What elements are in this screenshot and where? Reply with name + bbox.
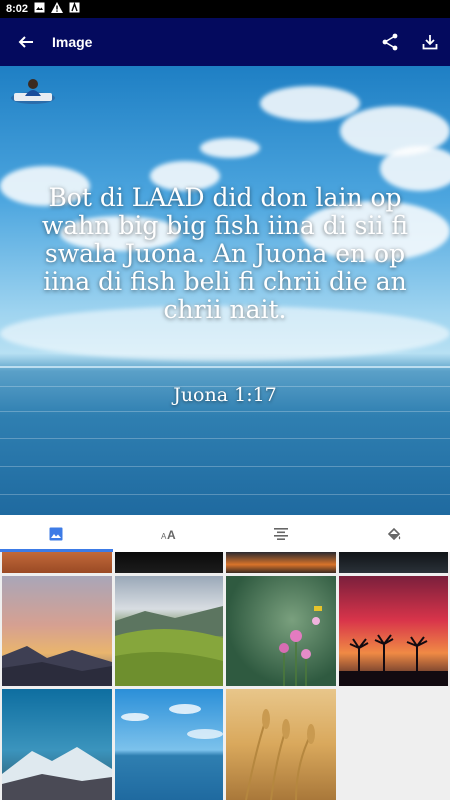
background-thumb-blue-sea[interactable] (115, 689, 223, 800)
status-bar: 8:02 (0, 0, 450, 18)
bible-reader-logo (8, 76, 58, 106)
status-time: 8:02 (6, 3, 29, 15)
background-thumb-sunset-water[interactable] (226, 552, 336, 573)
image-icon (49, 527, 63, 540)
tab-background-image[interactable] (0, 515, 113, 552)
background-thumb-wheat[interactable] (226, 689, 336, 800)
editor-tabs: AA (0, 515, 450, 552)
tab-text-color[interactable] (338, 515, 450, 552)
paint-bucket-icon (387, 527, 400, 540)
background-thumb-night[interactable] (115, 552, 223, 573)
align-center-icon (274, 527, 289, 540)
background-thumb-snow-mountain[interactable] (2, 689, 112, 800)
back-button[interactable] (0, 18, 52, 66)
share-icon (382, 33, 398, 51)
page-title: Image (52, 34, 93, 50)
background-thumb-pink-dusk-mountains[interactable] (2, 576, 112, 686)
background-thumb-dark-sea[interactable] (339, 552, 448, 573)
svg-text:A: A (167, 528, 176, 540)
background-grid (0, 552, 450, 800)
background-thumb-palm-sunset[interactable] (339, 576, 448, 686)
verse-text: Bot di LAAD did don lain op wahn big big… (41, 183, 409, 324)
download-icon (422, 35, 438, 50)
background-thumb-green-hills[interactable] (115, 576, 223, 686)
font-size-icon: AA (161, 528, 176, 540)
app-notification-icon (69, 1, 80, 16)
warning-icon (51, 2, 64, 16)
tab-text-alignment[interactable] (225, 515, 338, 552)
verse-reference: Juona 1:17 (173, 384, 277, 406)
share-button[interactable] (370, 18, 410, 66)
background-thumb-flowers[interactable] (226, 576, 336, 686)
tab-font-size[interactable]: AA (113, 515, 226, 552)
gallery-notification-icon (34, 2, 45, 16)
verse-image-preview[interactable]: Bot di LAAD did don lain op wahn big big… (0, 66, 450, 515)
background-thumb-desert[interactable] (2, 552, 112, 573)
app-bar: Image (0, 18, 450, 66)
download-button[interactable] (410, 18, 450, 66)
arrow-back-icon (18, 36, 33, 48)
